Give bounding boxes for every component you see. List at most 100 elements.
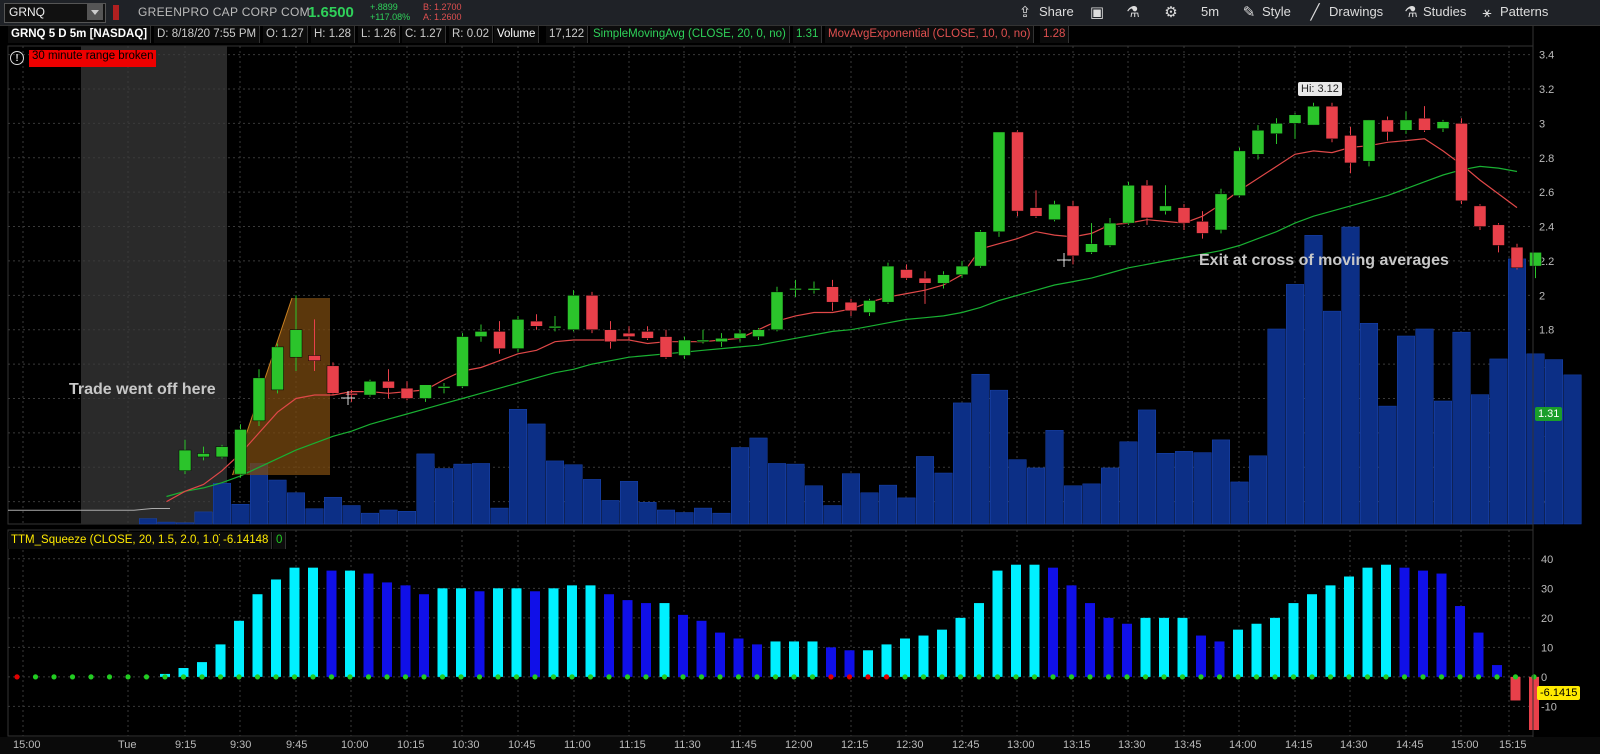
- candle-body: [1251, 130, 1265, 155]
- volume-bar: [897, 497, 916, 525]
- time-tick-label: 12:00: [785, 739, 813, 751]
- ttm-histogram-bar: [1399, 567, 1410, 677]
- squeeze-dot: [1105, 674, 1112, 680]
- volume-bar: [657, 509, 675, 525]
- squeeze-dot: [125, 674, 131, 680]
- candle-body: [493, 331, 506, 349]
- time-tick-label: 9:45: [286, 739, 307, 751]
- squeeze-dot: [846, 674, 853, 680]
- squeeze-dot: [1531, 674, 1537, 680]
- candle-body: [382, 381, 395, 389]
- squeeze-dot: [32, 674, 39, 680]
- candle-body: [1103, 222, 1117, 246]
- volume-bar: [1008, 459, 1027, 525]
- ttm-histogram-bar: [696, 620, 707, 677]
- candle-body: [1177, 207, 1191, 224]
- ttm-histogram-bar: [1325, 585, 1336, 677]
- last-price-tag: 1.31: [1535, 407, 1563, 421]
- squeeze-dot: [883, 674, 890, 680]
- squeeze-dot: [1309, 674, 1315, 680]
- ttm-histogram-bar: [1159, 617, 1169, 677]
- squeeze-dot: [162, 674, 168, 680]
- squeeze-dot: [569, 674, 575, 680]
- ttm-histogram-bar: [807, 641, 818, 677]
- squeeze-dot: [402, 674, 409, 680]
- ttm-tick-label: 40: [1541, 554, 1553, 566]
- squeeze-dot: [957, 674, 964, 680]
- candle-body: [1325, 105, 1339, 140]
- candle-body: [715, 338, 728, 342]
- volume-bar: [601, 500, 620, 525]
- candle-body: [900, 269, 913, 279]
- ttm-tick-label: -10: [1541, 701, 1557, 713]
- ttm-histogram-bar: [1473, 632, 1484, 677]
- ttm-histogram-bar: [1029, 564, 1040, 677]
- bar-high: H: 1.28: [311, 26, 356, 43]
- squeeze-dot: [1068, 674, 1075, 680]
- ttm-histogram-bar: [585, 585, 596, 677]
- volume-bar: [1027, 467, 1045, 525]
- volume-bar: [231, 503, 250, 525]
- candle-body: [1510, 246, 1524, 269]
- volume-bar: [1360, 322, 1378, 525]
- candle-body: [197, 453, 210, 458]
- ttm-histogram-bar: [641, 603, 651, 677]
- volume-bar: [638, 502, 657, 525]
- candle-body: [678, 339, 691, 356]
- ttm-histogram-bar: [918, 635, 929, 677]
- ttm-histogram-bar: [1177, 617, 1188, 677]
- squeeze-dot: [1290, 674, 1297, 680]
- volume-bar: [453, 463, 472, 525]
- candle-body: [1214, 193, 1228, 231]
- ttm-histogram-bar: [1066, 585, 1077, 677]
- squeeze-dot: [587, 674, 594, 680]
- squeeze-dot: [273, 674, 279, 680]
- ttm-histogram-bar: [900, 638, 910, 677]
- candle-body: [1140, 185, 1154, 219]
- ttm-histogram-bar: [659, 603, 670, 677]
- candle-body: [826, 286, 839, 303]
- ttm-histogram-bar: [733, 638, 744, 677]
- candle-body: [937, 274, 950, 284]
- squeeze-dot: [939, 674, 945, 680]
- ttm-histogram-bar: [1455, 606, 1465, 677]
- volume-bar: [176, 522, 194, 525]
- candle-body: [215, 446, 229, 458]
- candle-body: [1381, 119, 1394, 133]
- squeeze-dot: [1475, 674, 1482, 680]
- squeeze-dot: [772, 674, 779, 680]
- ttm-histogram-bar: [567, 585, 577, 677]
- ttm-histogram-bar: [548, 588, 559, 677]
- squeeze-dot: [1438, 674, 1445, 680]
- ttm-histogram-bar: [1214, 641, 1225, 677]
- ttm-histogram-bar: [474, 591, 485, 677]
- squeeze-dot: [1124, 674, 1130, 680]
- volume-bar: [1230, 481, 1249, 525]
- squeeze-dot: [1031, 674, 1038, 680]
- squeeze-dot: [291, 674, 298, 680]
- candle-body: [1011, 131, 1024, 212]
- volume-bar: [768, 463, 786, 525]
- chart-canvas[interactable]: 15:00 Tue 9:15 9:30 9:45 10:00 10:15 10:30 10:45…: [0, 0, 1600, 754]
- ttm-value-tag: -6.1415: [1537, 686, 1581, 700]
- price-tick-label: 2.4: [1539, 222, 1554, 234]
- volume-bar: [842, 473, 860, 525]
- alert-text: 30 minute range broken: [29, 50, 157, 67]
- ttm-histogram-bar: [511, 588, 522, 677]
- ttm-histogram-bar: [1140, 617, 1151, 677]
- candle-body: [585, 295, 599, 330]
- volume-bar: [398, 511, 416, 525]
- volume-bar: [1304, 235, 1323, 525]
- ttm-label: TTM_Squeeze (CLOSE, 20, 1.5, 2.0, 1.0): [8, 532, 227, 549]
- bar-range: R: 0.02: [449, 26, 494, 43]
- squeeze-dot: [1272, 674, 1278, 680]
- ttm-histogram-bar: [456, 588, 466, 677]
- volume-bar: [1563, 374, 1582, 525]
- candle-body: [1288, 114, 1302, 124]
- ttm-histogram-bar: [271, 579, 281, 677]
- squeeze-dot: [865, 674, 871, 680]
- volume-label: Volume: [494, 26, 540, 43]
- candle-body: [511, 319, 525, 349]
- volume-bar: [1138, 409, 1156, 525]
- candle-body: [289, 329, 303, 358]
